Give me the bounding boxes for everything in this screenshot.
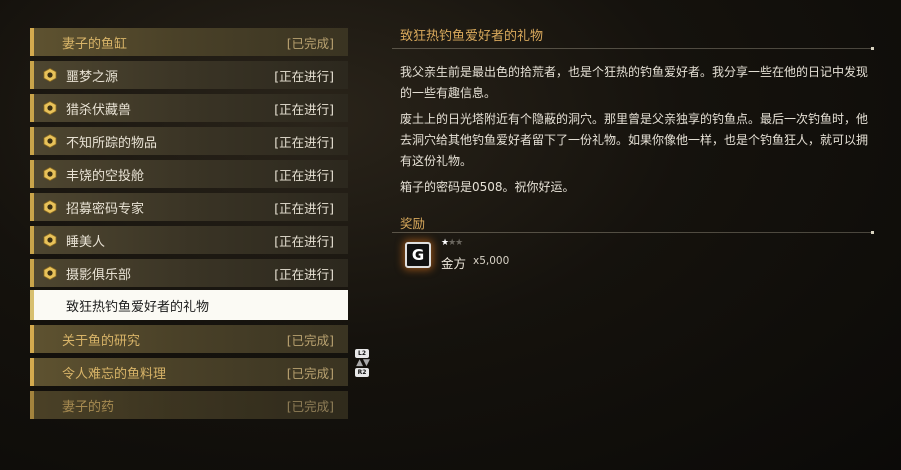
gold-coin-icon[interactable]: G [405,242,431,268]
quest-item[interactable]: 妻子的药 [已完成] [30,391,348,419]
description-paragraph-2: 废土上的日光塔附近有个隐蔽的洞穴。那里曾是父亲独享的钓鱼点。最后一次钓鱼时，他去… [400,112,869,168]
quest-status: [已完成] [286,332,334,348]
quest-hex-icon [43,233,57,247]
quest-item[interactable]: 招募密码专家 [正在进行] [30,193,348,221]
quest-title: 致狂热钓鱼爱好者的礼物 [400,29,544,44]
quest-item[interactable]: 猎杀伏藏兽 [正在进行] [30,94,348,122]
quest-hex-icon [43,134,57,148]
scroll-arrows-icon: ▲▼ [356,358,370,368]
quest-hex-icon [43,167,57,181]
quest-status: [已完成] [286,35,334,51]
reward-divider [392,231,874,234]
quest-item[interactable]: 摄影俱乐部 [正在进行] [30,259,348,287]
quest-status: [正在进行] [274,68,334,84]
quest-name: 致狂热钓鱼爱好者的礼物 [66,299,210,315]
quest-item[interactable]: 睡美人 [正在进行] [30,226,348,254]
quest-status: [正在进行] [274,134,334,150]
quest-item[interactable]: 妻子的鱼缸 [已完成] [30,28,348,56]
quest-status: [正在进行] [274,167,334,183]
quest-hex-icon [43,68,57,82]
quest-hex-icon [43,101,57,115]
title-divider [392,47,874,50]
quest-name: 妻子的药 [62,399,115,415]
quest-item[interactable]: 令人难忘的鱼料理 [已完成] [30,358,348,386]
quest-name: 睡美人 [66,234,106,250]
quest-name: 令人难忘的鱼料理 [62,366,167,382]
scroll-hint: L2 ▲▼ R2 [355,349,371,377]
quest-status: [正在进行] [274,266,334,282]
quest-name: 摄影俱乐部 [66,267,132,283]
quest-status: [正在进行] [274,101,334,117]
quest-item[interactable]: 不知所踪的物品 [正在进行] [30,127,348,155]
quest-status: [正在进行] [274,233,334,249]
quest-status: [已完成] [286,365,334,381]
description-paragraph-3: 箱子的密码是0508。祝你好运。 [400,180,575,194]
l2-button-icon[interactable]: L2 [355,349,369,358]
quest-item[interactable]: 丰饶的空投舱 [正在进行] [30,160,348,188]
quest-hex-icon [43,200,57,214]
quest-item[interactable]: 致狂热钓鱼爱好者的礼物 [30,290,348,320]
description-paragraph-1: 我父亲生前是最出色的拾荒者，也是个狂热的钓鱼爱好者。我分享一些在他的日记中发现的… [400,65,869,100]
quest-name: 噩梦之源 [66,69,119,85]
quest-name: 关于鱼的研究 [62,333,141,349]
quest-name: 丰饶的空投舱 [66,168,145,184]
reward-quantity: x5,000 [473,255,510,267]
quest-name: 猎杀伏藏兽 [66,102,132,118]
quest-hex-icon [43,266,57,280]
reward-heading: 奖励 [400,216,426,231]
quest-name: 妻子的鱼缸 [62,36,128,52]
quest-status: [已完成] [286,398,334,414]
quest-status: [正在进行] [274,200,334,216]
rarity-stars-icon: ★★★ [441,238,463,248]
reward-name: 金方 [441,256,467,271]
quest-name: 不知所踪的物品 [66,135,158,151]
quest-item[interactable]: 噩梦之源 [正在进行] [30,61,348,89]
quest-name: 招募密码专家 [66,201,145,217]
quest-item[interactable]: 关于鱼的研究 [已完成] [30,325,348,353]
r2-button-icon[interactable]: R2 [355,368,369,377]
